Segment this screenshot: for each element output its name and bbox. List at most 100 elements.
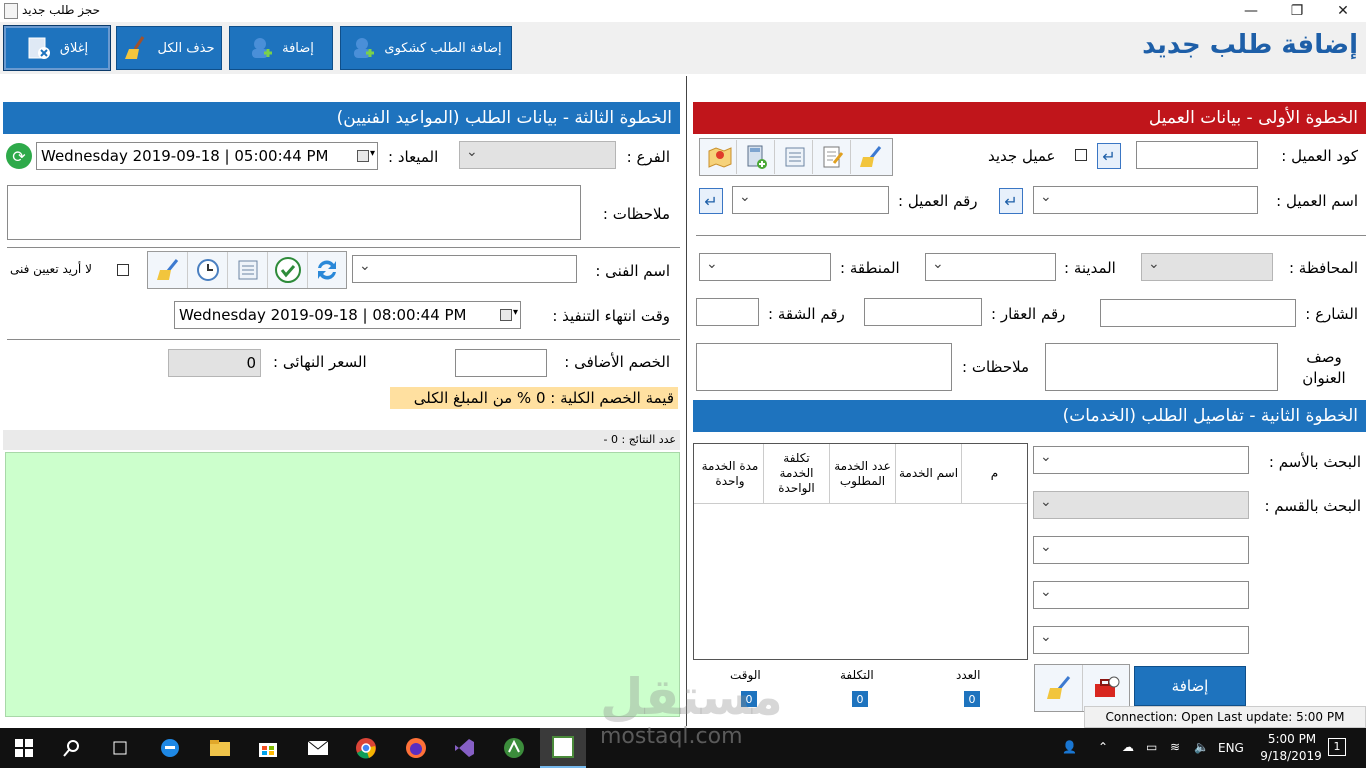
search-icon[interactable]: [60, 736, 84, 760]
clear-icon[interactable]: [853, 140, 889, 174]
add-button[interactable]: إضافة: [229, 26, 333, 70]
notifications-icon[interactable]: 1: [1328, 738, 1346, 756]
address-description-input[interactable]: [1045, 343, 1278, 391]
building-number-label: رقم العقار :: [991, 305, 1066, 323]
search-by-department-combo[interactable]: [1033, 491, 1249, 519]
building-number-input[interactable]: [864, 298, 982, 326]
map-icon[interactable]: [703, 140, 737, 174]
page-title: إضافة طلب جديد: [1142, 30, 1358, 60]
close-button-label: إغلاق: [59, 40, 89, 56]
final-price-label: السعر النهائى :: [273, 353, 367, 371]
watermark-url: mostaql.com: [600, 724, 743, 749]
add-service-button[interactable]: إضافة: [1134, 666, 1246, 706]
chrome-icon[interactable]: [354, 736, 378, 760]
client-name-label: اسم العميل :: [1276, 192, 1358, 210]
window-title: حجز طلب جديد: [22, 3, 101, 17]
col-service-count: عدد الخدمة المطلوب: [829, 444, 895, 503]
new-client-checkbox[interactable]: [1075, 149, 1087, 161]
col-index: م: [961, 444, 1027, 503]
client-number-label: رقم العميل :: [898, 192, 978, 210]
battery-icon[interactable]: ▭: [1146, 740, 1157, 754]
firefox-icon[interactable]: [404, 736, 428, 760]
end-time-label: وقت انتهاء التنفيذ :: [552, 307, 670, 325]
clock-date[interactable]: 9/18/2019: [1256, 749, 1326, 763]
close-button[interactable]: إغلاق: [3, 25, 111, 71]
wifi-icon[interactable]: ≋: [1170, 740, 1180, 754]
client-code-label: كود العميل :: [1281, 147, 1358, 165]
toolbox-delete-icon[interactable]: [1083, 665, 1129, 711]
search-by-name-combo[interactable]: [1033, 446, 1249, 474]
governorate-label: المحافظة :: [1288, 259, 1358, 277]
new-client-label: عميل جديد: [988, 147, 1056, 165]
cloud-icon[interactable]: ☁: [1122, 740, 1134, 754]
clock-time[interactable]: 5:00 PM: [1262, 732, 1322, 746]
appointment-label: الميعاد :: [388, 148, 439, 166]
area-combo[interactable]: [699, 253, 831, 281]
enter-icon[interactable]: ↵: [999, 188, 1023, 214]
order-notes-input[interactable]: [7, 185, 581, 240]
language-indicator[interactable]: ENG: [1218, 741, 1244, 755]
add-label: إضافة: [282, 40, 314, 56]
city-combo[interactable]: [925, 253, 1056, 281]
task-view-icon[interactable]: [108, 736, 132, 760]
edge-icon[interactable]: [158, 736, 182, 760]
extra-discount-input[interactable]: [455, 349, 547, 377]
apartment-number-input[interactable]: [696, 298, 759, 326]
sync-icon[interactable]: [308, 252, 346, 288]
calculator-add-icon[interactable]: [739, 140, 775, 174]
filter-combo-1[interactable]: [1033, 536, 1249, 564]
check-icon[interactable]: [268, 252, 308, 288]
list-icon[interactable]: [228, 252, 268, 288]
results-grid[interactable]: [5, 452, 680, 717]
col-duration: مدة الخدمة واحدة: [701, 458, 759, 488]
chevron-up-icon[interactable]: ⌃: [1098, 740, 1108, 754]
android-studio-icon[interactable]: [502, 736, 526, 760]
street-input[interactable]: [1100, 299, 1296, 327]
filter-combo-2[interactable]: [1033, 581, 1249, 609]
panel-divider: [686, 76, 687, 726]
client-code-input[interactable]: [1136, 141, 1258, 169]
service-actions: [1034, 664, 1130, 712]
technician-combo[interactable]: [352, 255, 577, 283]
add-as-complaint-label: إضافة الطلب كشكوى: [384, 40, 502, 56]
refresh-icon[interactable]: ⟳: [6, 143, 32, 169]
clear-all-button[interactable]: حذف الكل: [116, 26, 222, 70]
no-technician-checkbox[interactable]: [117, 264, 129, 276]
list-icon[interactable]: [777, 140, 813, 174]
schedule-icon[interactable]: [188, 252, 228, 288]
end-time-datetime[interactable]: Wednesday 2019-09-18 | 08:00:44 PM ▾: [174, 301, 521, 329]
branch-label: الفرع :: [626, 148, 670, 166]
maximize-button[interactable]: ❐: [1274, 0, 1320, 22]
final-price-value: 0: [168, 349, 261, 377]
divider: [7, 247, 680, 248]
step2-header: الخطوة الثانية - تفاصيل الطلب (الخدمات): [693, 400, 1366, 432]
branch-combo[interactable]: [459, 141, 616, 169]
clear-icon[interactable]: [1035, 665, 1083, 711]
active-app-tab[interactable]: [540, 728, 586, 768]
enter-icon[interactable]: ↵: [1097, 143, 1121, 169]
step3-header: الخطوة الثالثة - بيانات الطلب (المواعيد …: [3, 102, 680, 134]
watermark-logo: مستقل: [600, 668, 783, 726]
filter-combo-3[interactable]: [1033, 626, 1249, 654]
people-icon[interactable]: 👤: [1062, 740, 1077, 754]
address-description-label: وصف العنوان: [1302, 348, 1346, 387]
mail-icon[interactable]: [306, 736, 330, 760]
file-explorer-icon[interactable]: [208, 736, 232, 760]
visual-studio-icon[interactable]: [452, 736, 476, 760]
governorate-combo[interactable]: [1141, 253, 1273, 281]
close-window-button[interactable]: ✕: [1320, 0, 1366, 22]
client-number-combo[interactable]: [732, 186, 889, 214]
client-notes-input[interactable]: [696, 343, 952, 391]
minimize-button[interactable]: —: [1228, 0, 1274, 22]
street-label: الشارع :: [1305, 305, 1358, 323]
enter-icon[interactable]: ↵: [699, 188, 723, 214]
edit-document-icon[interactable]: [815, 140, 851, 174]
clear-icon[interactable]: [148, 252, 188, 288]
client-name-combo[interactable]: [1033, 186, 1258, 214]
windows-start-icon[interactable]: [12, 736, 36, 760]
store-icon[interactable]: [256, 736, 280, 760]
appointment-datetime[interactable]: Wednesday 2019-09-18 | 05:00:44 PM ▾: [36, 142, 378, 170]
volume-icon[interactable]: 🔈: [1194, 740, 1209, 754]
add-as-complaint-button[interactable]: إضافة الطلب كشكوى: [340, 26, 512, 70]
area-label: المنطقة :: [840, 259, 900, 277]
